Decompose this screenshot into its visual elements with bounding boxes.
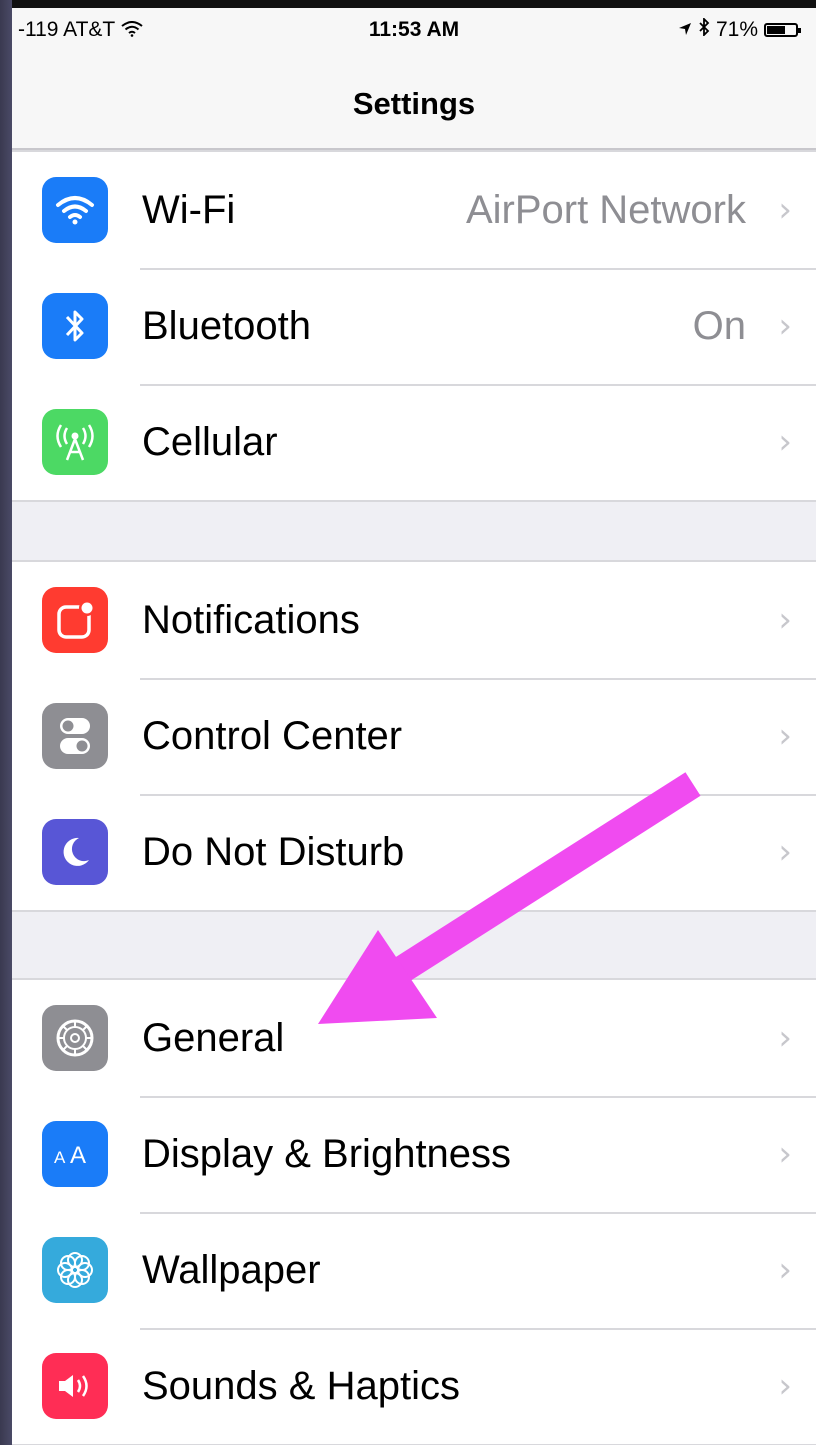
settings-row-do-not-disturb[interactable]: Do Not Disturb › (12, 794, 816, 910)
settings-row-display-brightness[interactable]: A A Display & Brightness › (12, 1096, 816, 1212)
battery-tip (798, 28, 801, 33)
settings-row-general[interactable]: General › (12, 980, 816, 1096)
page-title: Settings (352, 86, 476, 121)
settings-row-label: Cellular (142, 419, 278, 464)
chevron-right-icon: › (778, 1018, 792, 1058)
settings-group-alerts: Notifications › Control Center › Do Not … (12, 560, 816, 912)
device-frame-left (0, 0, 12, 1445)
moon-icon (42, 819, 108, 885)
settings-row-bluetooth[interactable]: Bluetooth On › (12, 268, 816, 384)
settings-row-label: Display & Brightness (142, 1131, 512, 1176)
chevron-right-icon: › (778, 716, 792, 756)
settings-row-cellular[interactable]: Cellular › (12, 384, 816, 500)
settings-row-label: Sounds & Haptics (142, 1363, 460, 1408)
status-right: 71% (678, 16, 801, 42)
settings-group-connectivity: Wi-Fi AirPort Network › Bluetooth On › C… (12, 150, 816, 502)
display-brightness-icon: A A (42, 1121, 108, 1187)
chevron-right-icon: › (778, 306, 792, 346)
svg-text:A: A (54, 1148, 66, 1167)
svg-text:A: A (70, 1142, 86, 1169)
settings-row-sounds-haptics[interactable]: Sounds & Haptics › (12, 1328, 816, 1444)
chevron-right-icon: › (778, 600, 792, 640)
speaker-icon (42, 1353, 108, 1419)
cellular-icon (42, 409, 108, 475)
gear-icon (42, 1005, 108, 1071)
control-center-icon (42, 703, 108, 769)
bluetooth-icon (42, 293, 108, 359)
settings-row-label: Notifications (142, 597, 360, 642)
settings-row-notifications[interactable]: Notifications › (12, 562, 816, 678)
chevron-right-icon: › (778, 1134, 792, 1174)
settings-row-wifi[interactable]: Wi-Fi AirPort Network › (12, 152, 816, 268)
battery-fill (767, 26, 785, 34)
chevron-right-icon: › (778, 190, 792, 230)
settings-row-label: General (142, 1015, 285, 1060)
battery-percent: 71% (715, 18, 758, 41)
chevron-right-icon: › (778, 1250, 792, 1290)
battery-icon (764, 23, 801, 37)
status-bar: -119 AT&T 11:53 AM 71% (12, 8, 816, 48)
chevron-right-icon: › (778, 1366, 792, 1406)
wifi-icon (42, 177, 108, 243)
location-icon (678, 18, 692, 42)
settings-row-detail: On (692, 303, 746, 348)
settings-row-label: Wallpaper (142, 1247, 321, 1292)
settings-row-label: Wi-Fi (142, 187, 236, 232)
wallpaper-icon (42, 1237, 108, 1303)
chevron-right-icon: › (778, 422, 792, 462)
settings-row-control-center[interactable]: Control Center › (12, 678, 816, 794)
notifications-icon (42, 587, 108, 653)
bluetooth-status-icon (698, 16, 710, 42)
settings-row-label: Control Center (142, 713, 403, 758)
chevron-right-icon: › (778, 832, 792, 872)
navigation-bar: Settings (12, 48, 816, 150)
settings-row-label: Do Not Disturb (142, 829, 405, 874)
settings-row-detail: AirPort Network (465, 187, 746, 232)
settings-group-device: General › A A Display & Brightness › Wal… (12, 978, 816, 1445)
settings-row-wallpaper[interactable]: Wallpaper › (12, 1212, 816, 1328)
settings-screen: -119 AT&T 11:53 AM 71% Settings Wi-Fi Ai… (12, 8, 816, 1445)
settings-row-label: Bluetooth (142, 303, 312, 348)
